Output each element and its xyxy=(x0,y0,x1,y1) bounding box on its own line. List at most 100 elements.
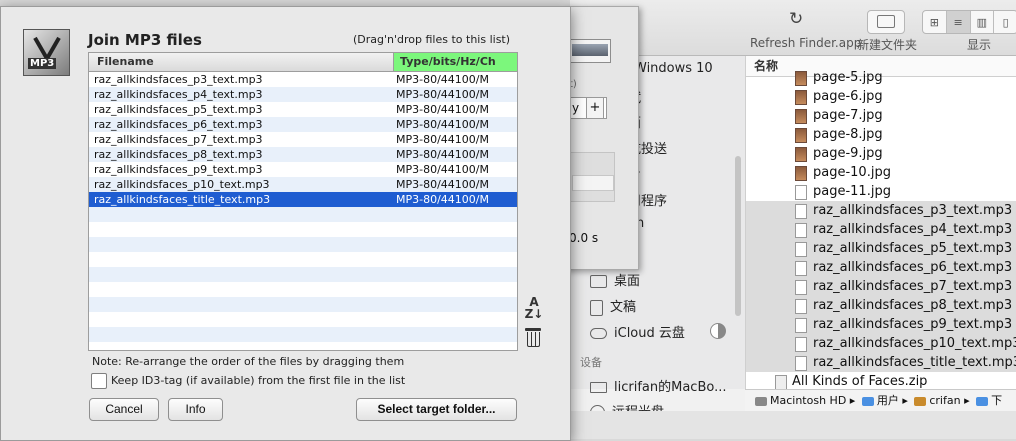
list-view-icon[interactable]: ≡ xyxy=(946,11,971,33)
list-item[interactable]: raz_allkindsfaces_p7_text.mp3 xyxy=(746,277,1016,296)
path-item-hd[interactable]: Macintosh HD xyxy=(770,394,846,407)
mid-plus-button[interactable]: + xyxy=(586,97,604,119)
row-filename: raz_allkindsfaces_p10_text.mp3 xyxy=(94,178,270,191)
path-item-users[interactable]: 用户 xyxy=(877,394,899,407)
new-folder-label[interactable]: 新建文件夹 xyxy=(857,36,917,53)
table-row[interactable]: raz_allkindsfaces_p4_text.mp3 MP3-80/4410… xyxy=(89,87,517,102)
table-row[interactable]: raz_allkindsfaces_p8_text.mp3 MP3-80/4410… xyxy=(89,147,517,162)
row-filename: raz_allkindsfaces_p6_text.mp3 xyxy=(94,118,263,131)
sidebar-scrollbar[interactable] xyxy=(735,156,741,316)
file-table[interactable]: Filename Type/bits/Hz/Ch raz_allkindsfac… xyxy=(88,52,518,351)
join-mp3-dialog: MP3 Join MP3 files (Drag'n'drop files to… xyxy=(0,6,571,441)
keep-id3-label[interactable]: Keep ID3-tag (if available) from the fir… xyxy=(111,374,405,387)
list-item[interactable]: page-10.jpg xyxy=(746,163,1016,182)
reorder-note: Note: Re-arrange the order of the files … xyxy=(92,355,405,368)
row-type: MP3-80/44100/M xyxy=(396,193,489,206)
row-type: MP3-80/44100/M xyxy=(396,178,489,191)
row-filename: raz_allkindsfaces_p9_text.mp3 xyxy=(94,163,263,176)
cloud-icon xyxy=(590,328,607,339)
gallery-view-icon[interactable]: ▯ xyxy=(994,11,1016,33)
new-folder-button[interactable] xyxy=(867,10,905,34)
devices-header: 设备 xyxy=(580,356,602,369)
audio-file-icon xyxy=(795,337,807,352)
list-item[interactable]: page-8.jpg xyxy=(746,125,1016,144)
file-name: raz_allkindsfaces_p3_text.mp3 xyxy=(813,203,1013,218)
info-button[interactable]: Info xyxy=(168,398,223,421)
row-type: MP3-80/44100/M xyxy=(396,133,489,146)
icon-view-icon[interactable]: ⊞ xyxy=(923,11,947,33)
file-name: raz_allkindsfaces_title_text.mp3 xyxy=(813,355,1016,370)
trash-icon[interactable] xyxy=(523,326,543,348)
refresh-icon[interactable]: ↻ xyxy=(789,9,803,29)
list-item[interactable]: raz_allkindsfaces_p5_text.mp3 xyxy=(746,239,1016,258)
file-name: raz_allkindsfaces_p10_text.mp3 xyxy=(813,336,1016,351)
keep-id3-checkbox[interactable] xyxy=(91,373,107,389)
list-item[interactable]: raz_allkindsfaces_p4_text.mp3 xyxy=(746,220,1016,239)
image-file-icon xyxy=(795,147,807,162)
list-item[interactable]: raz_allkindsfaces_p6_text.mp3 xyxy=(746,258,1016,277)
duration-value: 0.0 s xyxy=(569,231,599,245)
filename-column-header[interactable]: Filename xyxy=(97,53,154,71)
table-row[interactable]: raz_allkindsfaces_p9_text.mp3 MP3-80/4410… xyxy=(89,162,517,177)
file-name: page-7.jpg xyxy=(813,108,883,123)
path-separator-icon: ▸ xyxy=(902,394,912,407)
mp3-logo-icon: MP3 xyxy=(23,29,70,76)
row-filename: raz_allkindsfaces_p5_text.mp3 xyxy=(94,103,263,116)
sidebar-item-macbook[interactable]: licrifan的MacBo... xyxy=(590,376,726,395)
sidebar-item-icloud[interactable]: iCloud 云盘 xyxy=(590,322,685,341)
file-name: raz_allkindsfaces_p6_text.mp3 xyxy=(813,260,1013,275)
row-type: MP3-80/44100/M xyxy=(396,118,489,131)
level-meter xyxy=(569,39,611,63)
path-separator-icon: ▸ xyxy=(964,394,974,407)
list-item[interactable]: page-9.jpg xyxy=(746,144,1016,163)
list-item[interactable]: raz_allkindsfaces_p8_text.mp3 xyxy=(746,296,1016,315)
audio-file-icon xyxy=(795,242,807,257)
sidebar-item-windows10[interactable]: Windows 10 xyxy=(634,61,713,76)
sidebar-item-desktop[interactable]: 桌面 xyxy=(590,270,640,289)
list-item[interactable]: raz_allkindsfaces_p9_text.mp3 xyxy=(746,315,1016,334)
refresh-finder-label[interactable]: Refresh Finder.app xyxy=(750,36,861,50)
image-file-icon xyxy=(795,166,807,181)
path-bar: Macintosh HD ▸ 用户 ▸ crifan ▸ 下 xyxy=(745,389,1016,412)
file-name: raz_allkindsfaces_p5_text.mp3 xyxy=(813,241,1013,256)
empty-row xyxy=(89,237,517,252)
column-view-icon[interactable]: ▥ xyxy=(971,11,995,33)
file-name: page-10.jpg xyxy=(813,165,891,180)
list-item[interactable]: page-5.jpg xyxy=(746,68,1016,87)
list-item[interactable]: raz_allkindsfaces_p3_text.mp3 xyxy=(746,201,1016,220)
sidebar-item-documents[interactable]: 文稿 xyxy=(590,296,636,316)
path-item-home[interactable]: crifan xyxy=(929,394,960,407)
list-item[interactable]: raz_allkindsfaces_p10_text.mp3 xyxy=(746,334,1016,353)
row-filename: raz_allkindsfaces_p3_text.mp3 xyxy=(94,73,263,86)
sort-az-icon[interactable]: A Z↓ xyxy=(522,296,546,320)
image-file-icon xyxy=(795,90,807,105)
table-row[interactable]: raz_allkindsfaces_p6_text.mp3 MP3-80/4410… xyxy=(89,117,517,132)
row-filename: raz_allkindsfaces_title_text.mp3 xyxy=(94,193,271,206)
path-item-downloads[interactable]: 下 xyxy=(991,394,1002,407)
file-name: page-6.jpg xyxy=(813,89,883,104)
type-column-header[interactable]: Type/bits/Hz/Ch xyxy=(393,53,517,71)
file-name: page-5.jpg xyxy=(813,70,883,85)
table-row[interactable]: raz_allkindsfaces_p5_text.mp3 MP3-80/4410… xyxy=(89,102,517,117)
list-item[interactable]: raz_allkindsfaces_title_text.mp3 xyxy=(746,353,1016,372)
list-item[interactable]: page-7.jpg xyxy=(746,106,1016,125)
display-label[interactable]: 显示 xyxy=(967,36,991,53)
row-type: MP3-80/44100/M xyxy=(396,163,489,176)
list-item[interactable]: page-6.jpg xyxy=(746,87,1016,106)
audio-file-icon xyxy=(795,299,807,314)
view-mode-selector[interactable]: ⊞ ≡ ▥ ▯ xyxy=(922,10,1016,34)
file-name: raz_allkindsfaces_p8_text.mp3 xyxy=(813,298,1013,313)
table-row[interactable]: raz_allkindsfaces_p7_text.mp3 MP3-80/4410… xyxy=(89,132,517,147)
hard-drive-icon xyxy=(755,396,767,406)
downloads-folder-icon xyxy=(976,396,989,406)
image-file-icon xyxy=(795,109,807,124)
finder-file-list: 名称 page-5.jpg page-6.jpg page-7.jpg page-8.… xyxy=(745,56,1016,390)
list-item[interactable]: page-11.jpg xyxy=(746,182,1016,201)
audio-file-icon xyxy=(795,204,807,219)
audio-file-icon xyxy=(795,261,807,276)
table-row[interactable]: raz_allkindsfaces_title_text.mp3 MP3-80/4… xyxy=(89,192,517,207)
select-target-folder-button[interactable]: Select target folder... xyxy=(356,398,517,421)
table-row[interactable]: raz_allkindsfaces_p3_text.mp3 MP3-80/4410… xyxy=(89,72,517,87)
table-row[interactable]: raz_allkindsfaces_p10_text.mp3 MP3-80/441… xyxy=(89,177,517,192)
cancel-button[interactable]: Cancel xyxy=(89,398,159,421)
